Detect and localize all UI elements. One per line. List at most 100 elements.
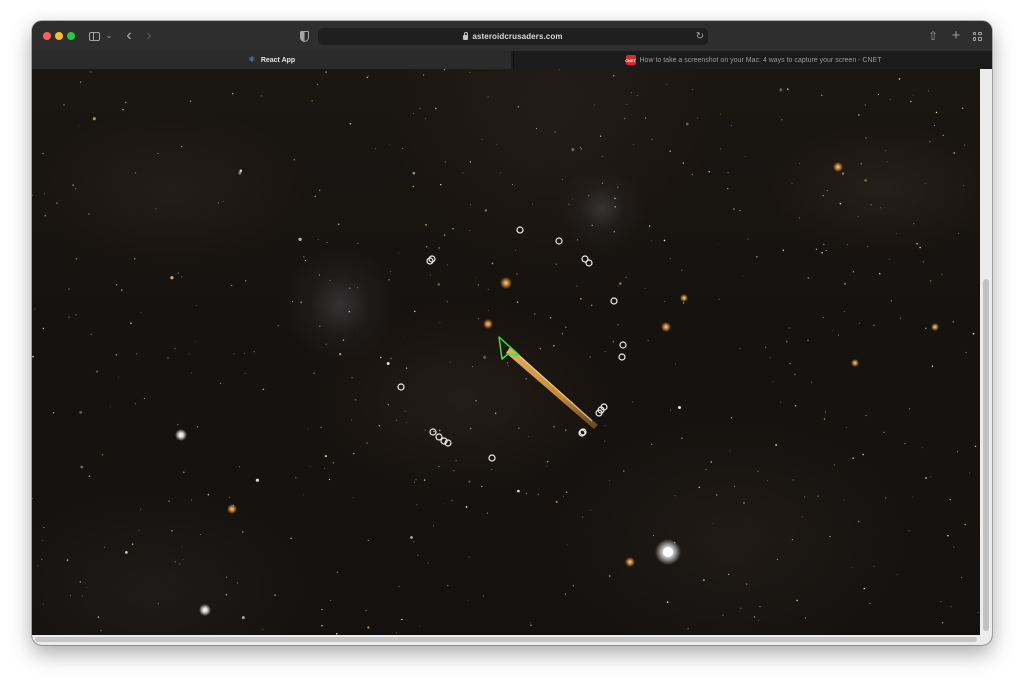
star (525, 378, 527, 380)
star (899, 317, 902, 319)
star (477, 284, 480, 286)
address-bar[interactable]: asteroidcrusaders.com (318, 28, 708, 45)
star (794, 405, 797, 407)
minimize-window-button[interactable] (55, 32, 63, 40)
star (925, 327, 927, 330)
asteroid[interactable] (397, 383, 405, 391)
star (321, 624, 323, 627)
star (539, 347, 542, 350)
star (956, 451, 959, 453)
star (42, 327, 45, 330)
star (125, 101, 127, 103)
orange-star (625, 557, 635, 567)
star (320, 426, 322, 428)
star (423, 479, 426, 481)
star (805, 617, 806, 619)
star (898, 78, 901, 80)
tab-bar: ⚛ React App CNET How to take a screensho… (32, 51, 992, 69)
star (432, 525, 435, 527)
star (157, 153, 159, 155)
asteroid[interactable] (555, 237, 563, 245)
star (348, 287, 351, 289)
star (591, 224, 593, 226)
vertical-scrollbar[interactable] (980, 69, 992, 645)
game-canvas[interactable] (32, 69, 980, 645)
star (233, 353, 235, 355)
chevron-down-icon[interactable]: ⌄ (105, 28, 113, 44)
star (931, 365, 934, 367)
star (304, 259, 307, 262)
star (351, 419, 353, 421)
star (179, 563, 181, 565)
tab-title: React App (260, 56, 296, 64)
star (730, 124, 732, 126)
star (68, 288, 70, 290)
star (947, 534, 949, 537)
star (675, 363, 677, 365)
star (571, 198, 573, 200)
star (964, 523, 966, 526)
grid-icon[interactable] (971, 28, 983, 44)
star (374, 148, 377, 150)
star (576, 285, 578, 287)
star (896, 233, 897, 235)
horizontal-scrollbar[interactable] (32, 635, 980, 645)
star (426, 246, 428, 248)
star (470, 204, 472, 206)
star (75, 257, 78, 260)
star (837, 334, 840, 336)
vertical-scroll-thumb[interactable] (983, 279, 989, 631)
asteroid[interactable] (585, 259, 593, 267)
star (56, 202, 58, 204)
star (134, 403, 137, 405)
star (412, 112, 414, 115)
share-icon[interactable]: ⇧ (928, 28, 938, 44)
star (896, 574, 898, 576)
horizontal-scroll-thumb[interactable] (35, 637, 977, 642)
star (933, 124, 936, 126)
star (940, 601, 942, 603)
chevron-left-icon[interactable]: ‹ (123, 28, 135, 44)
star (613, 231, 615, 233)
star (857, 216, 859, 218)
star (678, 406, 681, 409)
star (41, 558, 43, 560)
asteroid[interactable] (516, 226, 524, 234)
star (438, 465, 440, 468)
star (929, 141, 931, 143)
tab-react-app[interactable]: ⚛ React App (32, 51, 511, 69)
star (109, 406, 111, 408)
asteroid[interactable] (619, 341, 627, 349)
star (873, 324, 875, 327)
star (321, 608, 323, 611)
star (422, 74, 425, 76)
star (576, 239, 579, 241)
star (508, 365, 509, 367)
star (410, 536, 413, 539)
star (476, 276, 477, 278)
star (101, 454, 103, 456)
asteroid[interactable] (618, 353, 626, 361)
star (365, 610, 367, 612)
star (862, 453, 864, 456)
zoom-window-button[interactable] (67, 32, 75, 40)
star (311, 99, 313, 102)
star (329, 279, 331, 281)
reload-icon[interactable]: ↻ (695, 28, 705, 44)
star (190, 372, 192, 374)
asteroid[interactable] (429, 428, 437, 436)
star (413, 541, 415, 543)
star (708, 170, 711, 173)
star (449, 361, 451, 363)
shield-icon[interactable] (298, 28, 310, 44)
star (182, 471, 185, 474)
plus-icon[interactable]: + (950, 28, 962, 44)
chevron-right-icon[interactable]: › (143, 28, 155, 44)
star (617, 285, 619, 287)
sidebar-icon[interactable] (88, 28, 100, 44)
close-window-button[interactable] (43, 32, 51, 40)
star (236, 582, 239, 584)
tab-cnet[interactable]: CNET How to take a screenshot on your Ma… (513, 51, 992, 69)
asteroid[interactable] (488, 454, 496, 462)
asteroid[interactable] (610, 297, 618, 305)
